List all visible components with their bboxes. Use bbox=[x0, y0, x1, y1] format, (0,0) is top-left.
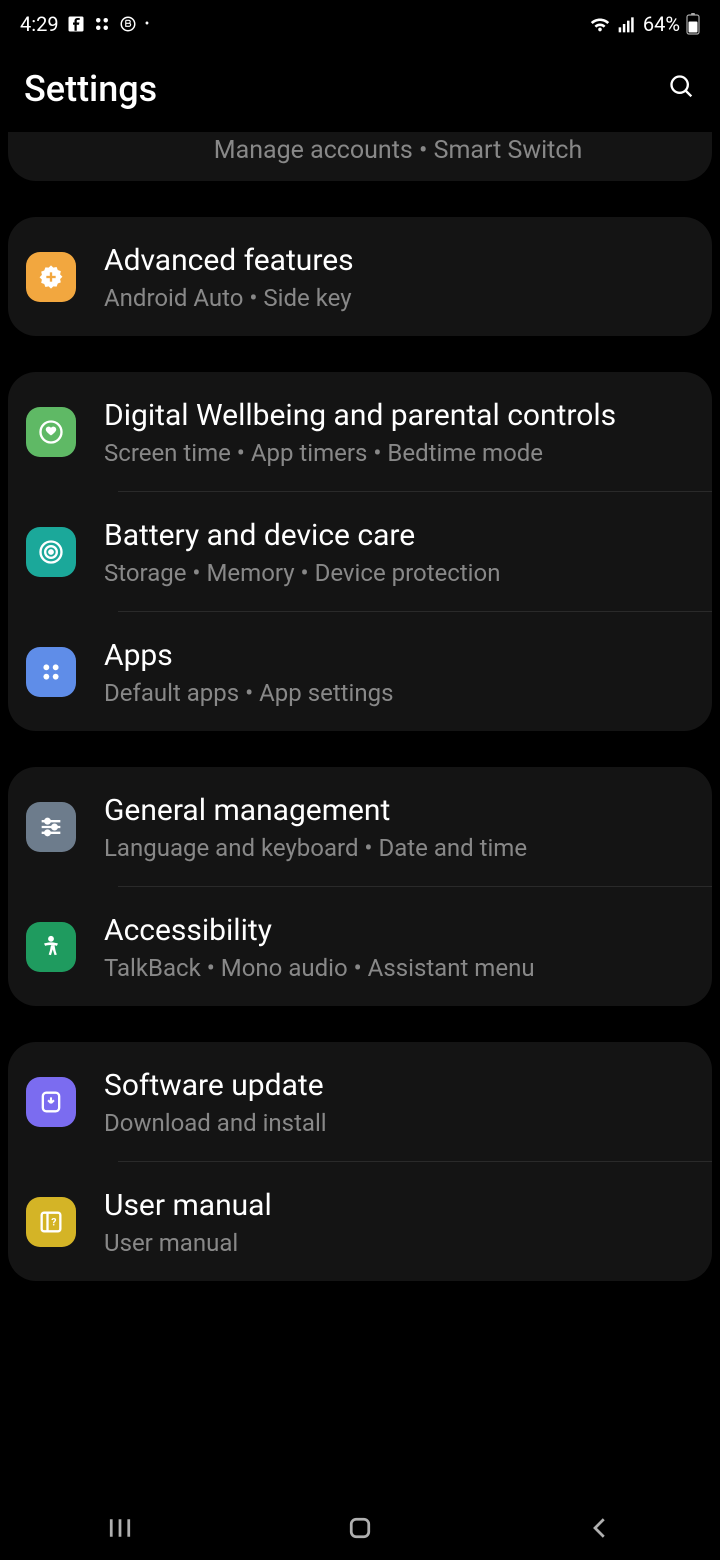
accessibility-icon bbox=[26, 922, 76, 972]
settings-item-advanced-features[interactable]: Advanced features Android Auto • Side key bbox=[8, 217, 712, 336]
circle-b-icon bbox=[119, 15, 137, 33]
status-time: 4:29 bbox=[20, 12, 59, 36]
item-text: General management Language and keyboard … bbox=[104, 791, 694, 862]
app-grid-icon bbox=[93, 15, 111, 33]
item-subtitle: Screen time • App timers • Bedtime mode bbox=[104, 439, 694, 467]
settings-item-digital-wellbeing[interactable]: Digital Wellbeing and parental controls S… bbox=[8, 372, 712, 491]
item-subtitle: Storage • Memory • Device protection bbox=[104, 559, 694, 587]
item-text: Software update Download and install bbox=[104, 1066, 694, 1137]
page-title: Settings bbox=[24, 68, 157, 110]
nav-back[interactable] bbox=[585, 1513, 615, 1547]
header: Settings bbox=[0, 48, 720, 140]
status-right: 64% bbox=[589, 12, 700, 36]
item-subtitle: TalkBack • Mono audio • Assistant menu bbox=[104, 954, 694, 982]
settings-group: Digital Wellbeing and parental controls S… bbox=[8, 372, 712, 731]
nav-home[interactable] bbox=[345, 1513, 375, 1547]
battery-icon bbox=[686, 13, 700, 35]
status-bar: 4:29 • 64% bbox=[0, 0, 720, 48]
settings-content: Manage accounts • Smart Switch Advanced … bbox=[0, 132, 720, 1281]
wifi-icon bbox=[589, 13, 611, 35]
advanced-features-icon bbox=[26, 252, 76, 302]
signal-icon bbox=[617, 14, 637, 34]
settings-group: Advanced features Android Auto • Side key bbox=[8, 217, 712, 336]
settings-group: General management Language and keyboard … bbox=[8, 767, 712, 1006]
item-subtitle: Default apps • App settings bbox=[104, 679, 694, 707]
nav-recent[interactable] bbox=[105, 1513, 135, 1547]
item-text: Digital Wellbeing and parental controls S… bbox=[104, 396, 694, 467]
item-title: Digital Wellbeing and parental controls bbox=[104, 396, 694, 435]
item-title: Battery and device care bbox=[104, 516, 694, 555]
item-title: Software update bbox=[104, 1066, 694, 1105]
settings-item-apps[interactable]: Apps Default apps • App settings bbox=[8, 612, 712, 731]
item-text: User manual User manual bbox=[104, 1186, 694, 1257]
settings-item-battery-device-care[interactable]: Battery and device care Storage • Memory … bbox=[8, 492, 712, 611]
settings-item-accessibility[interactable]: Accessibility TalkBack • Mono audio • Ass… bbox=[8, 887, 712, 1006]
item-subtitle: Manage accounts • Smart Switch bbox=[214, 136, 582, 165]
software-update-icon bbox=[26, 1077, 76, 1127]
item-subtitle: Android Auto • Side key bbox=[104, 284, 694, 312]
settings-item-general-management[interactable]: General management Language and keyboard … bbox=[8, 767, 712, 886]
search-button[interactable] bbox=[668, 73, 696, 105]
item-text: Advanced features Android Auto • Side key bbox=[104, 241, 694, 312]
search-icon bbox=[668, 73, 696, 101]
settings-group: Software update Download and install? User… bbox=[8, 1042, 712, 1281]
nav-bar bbox=[0, 1500, 720, 1560]
item-text: Apps Default apps • App settings bbox=[104, 636, 694, 707]
item-text: Accessibility TalkBack • Mono audio • Ass… bbox=[104, 911, 694, 982]
item-subtitle: Language and keyboard • Date and time bbox=[104, 834, 694, 862]
item-title: Apps bbox=[104, 636, 694, 675]
general-management-icon bbox=[26, 802, 76, 852]
settings-item-software-update[interactable]: Software update Download and install bbox=[8, 1042, 712, 1161]
apps-icon bbox=[26, 647, 76, 697]
card-peek: Manage accounts • Smart Switch bbox=[8, 132, 712, 181]
status-dot: • bbox=[145, 16, 150, 32]
battery-percent: 64% bbox=[643, 12, 680, 36]
item-title: Accessibility bbox=[104, 911, 694, 950]
item-title: User manual bbox=[104, 1186, 694, 1225]
user-manual-icon: ? bbox=[26, 1197, 76, 1247]
status-left: 4:29 • bbox=[20, 12, 149, 36]
item-subtitle: Download and install bbox=[104, 1109, 694, 1137]
item-accounts-peek[interactable]: Manage accounts • Smart Switch bbox=[8, 132, 712, 181]
item-title: General management bbox=[104, 791, 694, 830]
settings-item-user-manual[interactable]: ? User manual User manual bbox=[8, 1162, 712, 1281]
facebook-icon bbox=[67, 15, 85, 33]
svg-text:?: ? bbox=[51, 1215, 56, 1228]
battery-device-care-icon bbox=[26, 527, 76, 577]
item-subtitle: User manual bbox=[104, 1229, 694, 1257]
digital-wellbeing-icon bbox=[26, 407, 76, 457]
item-title: Advanced features bbox=[104, 241, 694, 280]
item-text: Battery and device care Storage • Memory … bbox=[104, 516, 694, 587]
